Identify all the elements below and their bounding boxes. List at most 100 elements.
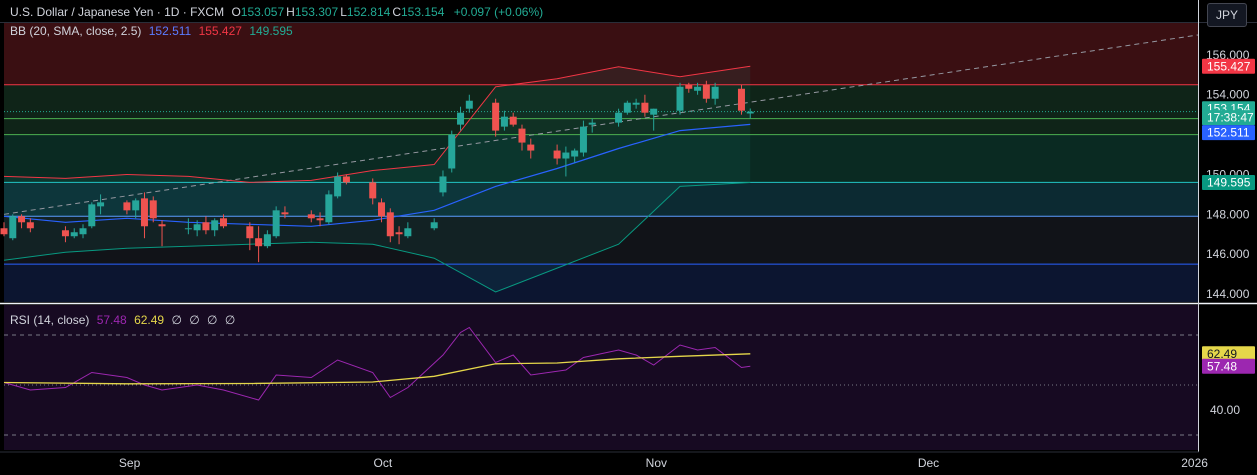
- candle-body: [193, 224, 201, 231]
- price-tick-label: 146.000: [1206, 247, 1250, 261]
- symbol-title: U.S. Dollar / Japanese Yen · 1D · FXCM: [10, 5, 225, 19]
- candle-body: [307, 214, 315, 219]
- candle-body: [219, 218, 227, 227]
- bollinger-upper-value: 155.427: [198, 24, 242, 38]
- candle-body: [404, 228, 412, 237]
- rsi-tick-label: 40.00: [1210, 403, 1240, 417]
- ohlc-o: O153.057: [231, 5, 284, 19]
- candle-body: [132, 200, 140, 211]
- candle-body: [272, 210, 280, 237]
- candle-body: [202, 222, 210, 231]
- candle-body: [140, 198, 148, 227]
- candle-body: [325, 194, 333, 223]
- currency-button[interactable]: JPY: [1207, 3, 1247, 27]
- rsi-placeholder: ∅: [207, 313, 218, 327]
- candle-body: [492, 102, 500, 131]
- ohlc-values: O153.057 H153.307 L152.814 C153.154: [231, 5, 446, 19]
- candle-body: [650, 108, 658, 115]
- ohlc-value: 152.814: [346, 5, 391, 19]
- candle-body: [632, 102, 640, 105]
- symbol-legend: U.S. Dollar / Japanese Yen · 1D · FXCM O…: [10, 5, 547, 19]
- rsi-badge: 57.48: [1207, 359, 1237, 373]
- bollinger-legend[interactable]: BB (20, SMA, close, 2.5) 152.511 155.427…: [10, 24, 297, 38]
- price-tick-label: 154.000: [1206, 88, 1250, 102]
- candle-body: [26, 222, 34, 229]
- candle-body: [588, 122, 596, 125]
- candle-body: [184, 228, 192, 230]
- candle-body: [500, 116, 508, 127]
- candle-body: [0, 228, 8, 235]
- candle-body: [457, 112, 465, 125]
- price-tick-label: 148.000: [1206, 207, 1250, 221]
- candle-body: [694, 86, 702, 91]
- ohlc-value: 153.307: [294, 5, 339, 19]
- candle-body: [158, 224, 166, 227]
- candle-body: [211, 220, 219, 231]
- candle-body: [316, 218, 324, 221]
- candle-body: [9, 216, 17, 239]
- chart-canvas[interactable]: 144.000146.000148.000150.000152.000154.0…: [0, 0, 1257, 475]
- time-tick-label: Sep: [119, 456, 141, 470]
- price-badge: 155.427: [1207, 59, 1251, 73]
- candle-body: [79, 228, 87, 235]
- ohlc-label: L: [340, 5, 347, 19]
- time-tick-label: 2026: [1181, 456, 1208, 470]
- ohlc-label: C: [392, 5, 401, 19]
- rsi-legend[interactable]: RSI (14, close) 57.48 62.49 ∅ ∅ ∅ ∅: [10, 313, 239, 327]
- candle-body: [430, 222, 438, 229]
- rsi-label: RSI (14, close): [10, 313, 90, 327]
- price-badge: 152.511: [1207, 126, 1250, 140]
- bollinger-lower-value: 149.595: [249, 24, 293, 38]
- candle-body: [465, 100, 473, 109]
- candle-body: [711, 86, 719, 99]
- candle-body: [395, 232, 403, 235]
- candle-body: [579, 126, 587, 153]
- ohlc-label: H: [286, 5, 295, 19]
- bollinger-label: BB (20, SMA, close, 2.5): [10, 24, 142, 38]
- candle-body: [676, 86, 684, 111]
- candle-body: [263, 234, 271, 247]
- ohlc-value: 153.154: [400, 5, 445, 19]
- price-change: +0.097 (+0.06%): [453, 5, 544, 19]
- candle-body: [61, 230, 69, 237]
- ohlc-h: H153.307: [286, 5, 338, 19]
- time-tick-label: Nov: [646, 456, 667, 470]
- candle-body: [562, 152, 570, 159]
- candle-body: [149, 200, 157, 219]
- candle-body: [255, 238, 263, 247]
- candle-body: [746, 111, 754, 114]
- rsi-placeholder: ∅: [189, 313, 200, 327]
- ohlc-label: O: [231, 5, 241, 19]
- candle-body: [518, 128, 526, 143]
- bollinger-basis-value: 152.511: [148, 24, 192, 38]
- rsi-ma-value: 62.49: [134, 313, 165, 327]
- price-tick-label: 144.000: [1206, 287, 1250, 301]
- candle-body: [70, 232, 78, 237]
- ohlc-c: C153.154: [392, 5, 444, 19]
- candle-body: [378, 202, 386, 217]
- candle-body: [18, 216, 26, 223]
- candle-body: [641, 102, 649, 113]
- candle-body: [527, 144, 535, 151]
- candle-body: [615, 112, 623, 123]
- price-badge: 17:38:47: [1207, 111, 1254, 125]
- candle-body: [448, 134, 456, 169]
- candle-body: [571, 150, 579, 157]
- candle-body: [553, 150, 561, 159]
- price-badge: 149.595: [1207, 176, 1251, 190]
- candle-body: [342, 176, 350, 183]
- time-tick-label: Dec: [918, 456, 939, 470]
- candle-body: [369, 182, 377, 199]
- candle-body: [88, 204, 96, 227]
- candle-body: [623, 102, 631, 113]
- candle-body: [281, 212, 289, 215]
- ohlc-value: 153.057: [240, 5, 285, 19]
- ohlc-l: L152.814: [340, 5, 390, 19]
- candle-body: [439, 176, 447, 193]
- candle-body: [97, 202, 105, 207]
- rsi-placeholder: ∅: [171, 313, 182, 327]
- candle-body: [334, 176, 342, 197]
- candle-body: [702, 84, 710, 99]
- rsi-value: 57.48: [96, 313, 127, 327]
- price-zone: [4, 264, 1198, 302]
